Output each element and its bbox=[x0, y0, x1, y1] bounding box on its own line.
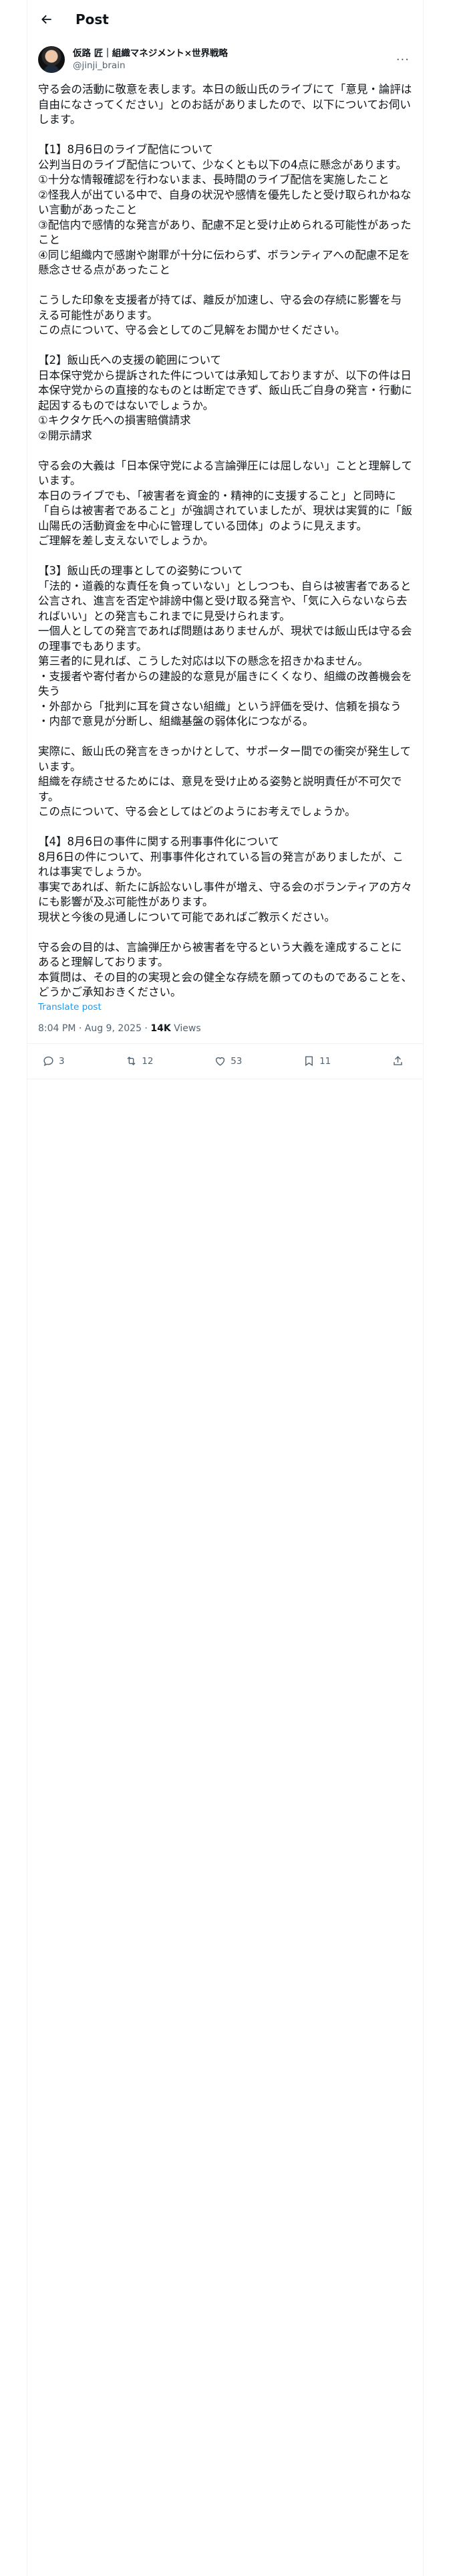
bookmark-icon bbox=[305, 1056, 313, 1067]
repost-button[interactable]: 12 bbox=[125, 1055, 153, 1067]
action-bar: 3 12 53 11 bbox=[27, 1044, 423, 1079]
author-row: 仮路 匠｜組織マネジメント×世界戦略 @jinji_brain ··· bbox=[27, 38, 423, 76]
page-title: Post bbox=[76, 11, 109, 27]
like-count: 53 bbox=[231, 1055, 243, 1067]
translate-link[interactable]: Translate post bbox=[27, 1002, 423, 1012]
reply-count: 3 bbox=[59, 1055, 65, 1067]
author-info: 仮路 匠｜組織マネジメント×世界戦略 @jinji_brain bbox=[73, 47, 394, 72]
post-timestamp[interactable]: 8:04 PM · Aug 9, 2025 bbox=[38, 1023, 142, 1034]
post-meta: 8:04 PM · Aug 9, 2025 · 14K Views bbox=[27, 1012, 423, 1044]
reply-icon bbox=[43, 1056, 53, 1067]
meta-separator: · bbox=[141, 1023, 151, 1034]
more-icon[interactable]: ··· bbox=[394, 53, 412, 67]
header: Post bbox=[27, 0, 423, 38]
repost-icon bbox=[127, 1056, 136, 1066]
author-handle[interactable]: @jinji_brain bbox=[73, 60, 394, 72]
arrow-left-icon bbox=[41, 15, 51, 23]
like-button[interactable]: 53 bbox=[214, 1055, 242, 1067]
author-name[interactable]: 仮路 匠｜組織マネジメント×世界戦略 bbox=[73, 47, 394, 60]
post-column: Post 仮路 匠｜組織マネジメント×世界戦略 @jinji_brain ···… bbox=[27, 0, 424, 2576]
repost-count: 12 bbox=[142, 1055, 154, 1067]
share-button[interactable] bbox=[392, 1055, 408, 1067]
back-button[interactable] bbox=[35, 8, 58, 31]
avatar[interactable] bbox=[38, 46, 65, 73]
views-label: Views bbox=[170, 1023, 201, 1034]
reply-button[interactable]: 3 bbox=[42, 1055, 65, 1067]
bookmark-button[interactable]: 11 bbox=[303, 1055, 331, 1067]
views-count: 14K bbox=[150, 1023, 171, 1034]
heart-icon bbox=[216, 1057, 225, 1066]
share-icon bbox=[394, 1056, 402, 1065]
post-text: 守る会の活動に敬意を表します。本日の飯山氏のライブにて「意見・論評は自由になさっ… bbox=[38, 83, 413, 998]
bookmark-count: 11 bbox=[319, 1055, 331, 1067]
